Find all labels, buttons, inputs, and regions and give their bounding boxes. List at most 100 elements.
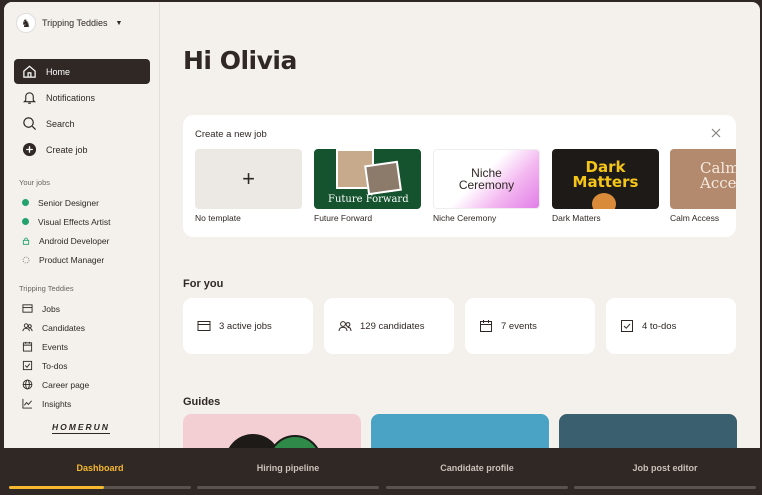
job-item-android-developer[interactable]: Android Developer — [18, 231, 158, 250]
company-link-insights[interactable]: Insights — [18, 394, 158, 413]
photo-thumbnail — [364, 160, 402, 196]
nav-item-label: Search — [46, 118, 75, 129]
tab-label: Candidate profile — [440, 463, 514, 473]
lock-icon — [22, 237, 30, 245]
plus-icon: + — [195, 149, 302, 209]
template-no-template[interactable]: + No template — [195, 149, 302, 223]
guide-card[interactable] — [371, 414, 549, 448]
job-item-product-manager[interactable]: Product Manager — [18, 250, 158, 269]
template-future-forward[interactable]: Future Forward Future Forward — [314, 149, 421, 223]
bell-icon — [22, 92, 37, 104]
nav-item-create-job[interactable]: Create job — [14, 137, 150, 162]
nav-item-search[interactable]: Search — [14, 111, 150, 136]
tab-candidate-profile[interactable]: Candidate profile — [386, 448, 568, 495]
template-niche-ceremony[interactable]: Niche Ceremony Niche Ceremony — [433, 149, 540, 223]
stat-label: 129 candidates — [360, 320, 425, 332]
app-window: ♞ Tripping Teddies ▼ Home Notifications … — [4, 2, 760, 448]
sidebar: ♞ Tripping Teddies ▼ Home Notifications … — [4, 2, 160, 448]
main-nav: Home Notifications Search Create job — [14, 59, 150, 163]
nav-item-home[interactable]: Home — [14, 59, 150, 84]
tab-progress-track — [197, 486, 379, 489]
tab-label: Dashboard — [76, 463, 124, 473]
stat-card-todos[interactable]: 4 to-dos — [606, 298, 736, 354]
status-dot-green — [22, 199, 29, 206]
company-link-events[interactable]: Events — [18, 337, 158, 356]
template-thumb-text: Dark Matters — [572, 158, 639, 191]
jobs-icon — [22, 304, 33, 313]
guide-card[interactable] — [559, 414, 737, 448]
job-item-label: Android Developer — [39, 235, 110, 246]
stat-card-candidates[interactable]: 129 candidates — [324, 298, 454, 354]
calendar-icon — [480, 320, 492, 332]
job-item-label: Product Manager — [39, 254, 105, 265]
template-thumbnail: Future Forward — [314, 149, 421, 209]
stat-label: 7 events — [501, 320, 537, 332]
company-link-label: Candidates — [42, 322, 86, 333]
job-item-visual-effects-artist[interactable]: Visual Effects Artist — [18, 212, 158, 231]
create-job-title: Create a new job — [195, 129, 267, 140]
tab-hiring-pipeline[interactable]: Hiring pipeline — [197, 448, 379, 495]
template-dark-matters[interactable]: Dark Matters Dark Matters — [552, 149, 659, 223]
tab-dashboard[interactable]: Dashboard — [9, 448, 191, 495]
bottom-tab-bar: Dashboard Hiring pipeline Candidate prof… — [0, 448, 762, 495]
tab-progress-fill — [9, 486, 104, 489]
tab-progress-track — [574, 486, 756, 489]
tab-label: Job post editor — [632, 463, 698, 473]
tab-job-post-editor[interactable]: Job post editor — [574, 448, 756, 495]
your-jobs-list: Senior Designer Visual Effects Artist An… — [18, 193, 158, 269]
stat-card-active-jobs[interactable]: 3 active jobs — [183, 298, 313, 354]
nav-item-label: Notifications — [46, 92, 96, 103]
company-link-todos[interactable]: To-dos — [18, 356, 158, 375]
company-link-label: Insights — [42, 398, 72, 409]
chevron-down-icon: ▼ — [115, 19, 123, 27]
template-thumbnail: Niche Ceremony — [433, 149, 540, 209]
company-link-label: Jobs — [42, 303, 60, 314]
template-label: Future Forward — [314, 213, 373, 223]
search-icon — [23, 117, 37, 131]
org-name: Tripping Teddies — [42, 18, 108, 28]
org-logo: ♞ — [16, 13, 36, 33]
stat-label: 3 active jobs — [219, 320, 272, 332]
home-icon — [23, 65, 36, 78]
nav-item-label: Create job — [46, 144, 88, 155]
checkbox-icon — [22, 360, 33, 371]
for-you-heading: For you — [183, 278, 224, 290]
status-dot-green — [22, 218, 29, 225]
jobs-icon — [197, 321, 211, 331]
job-item-label: Senior Designer — [38, 197, 99, 208]
globe-icon — [22, 379, 33, 390]
nav-item-label: Home — [46, 66, 71, 77]
template-label: Niche Ceremony — [433, 213, 497, 223]
plus-circle-icon — [22, 142, 37, 157]
page-title: Hi Olivia — [183, 46, 297, 75]
create-job-card: Create a new job + No template Future Fo… — [183, 115, 736, 237]
tab-label: Hiring pipeline — [256, 463, 320, 473]
guide-card[interactable] — [183, 414, 361, 448]
your-jobs-heading: Your jobs — [19, 178, 50, 187]
template-calm-access[interactable]: Calm Acce Calm Access — [670, 149, 736, 223]
guide-illustration — [228, 434, 319, 448]
nav-item-notifications[interactable]: Notifications — [14, 85, 150, 110]
template-thumb-text: Calm Acce — [700, 159, 736, 192]
company-link-jobs[interactable]: Jobs — [18, 299, 158, 318]
job-item-senior-designer[interactable]: Senior Designer — [18, 193, 158, 212]
homerun-logo: HOMERUN — [52, 422, 110, 434]
template-thumb-text: Future Forward — [328, 194, 409, 205]
character-illustration — [592, 193, 616, 209]
org-switcher[interactable]: ♞ Tripping Teddies ▼ — [16, 13, 122, 33]
draft-dashed-circle-icon — [22, 256, 30, 263]
main-content: Hi Olivia Create a new job + No template… — [161, 2, 760, 448]
company-link-label: Events — [42, 341, 68, 352]
template-label: Dark Matters — [552, 213, 601, 223]
stat-card-events[interactable]: 7 events — [465, 298, 595, 354]
chart-line-icon — [22, 398, 33, 409]
template-thumbnail: Dark Matters — [552, 149, 659, 209]
close-icon[interactable] — [710, 127, 722, 139]
candidates-icon — [338, 321, 352, 332]
company-link-label: To-dos — [42, 360, 68, 371]
company-heading: Tripping Teddies — [19, 284, 74, 293]
checkbox-icon — [621, 320, 633, 332]
company-link-candidates[interactable]: Candidates — [18, 318, 158, 337]
company-link-career-page[interactable]: Career page — [18, 375, 158, 394]
template-thumb-text: Niche Ceremony — [458, 166, 515, 192]
